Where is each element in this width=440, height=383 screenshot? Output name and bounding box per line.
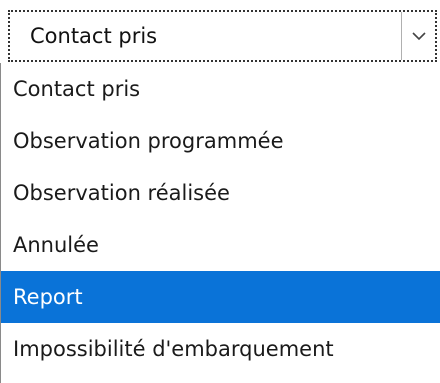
select-option-report[interactable]: Report <box>1 271 440 323</box>
select-options-list: Contact pris Observation programmée Obse… <box>0 63 440 383</box>
select-option-observation-programmee[interactable]: Observation programmée <box>1 115 440 167</box>
chevron-down-icon <box>411 31 426 40</box>
select-option-impossibilite-embarquement[interactable]: Impossibilité d'embarquement <box>1 323 440 375</box>
select-option-annulee[interactable]: Annulée <box>1 219 440 271</box>
select-current-value: Contact pris <box>30 24 158 48</box>
select-option-contact-pris[interactable]: Contact pris <box>1 63 440 115</box>
select-option-observation-realisee[interactable]: Observation réalisée <box>1 167 440 219</box>
select-arrow-button[interactable] <box>401 12 435 60</box>
status-select[interactable]: Contact pris <box>8 10 437 62</box>
